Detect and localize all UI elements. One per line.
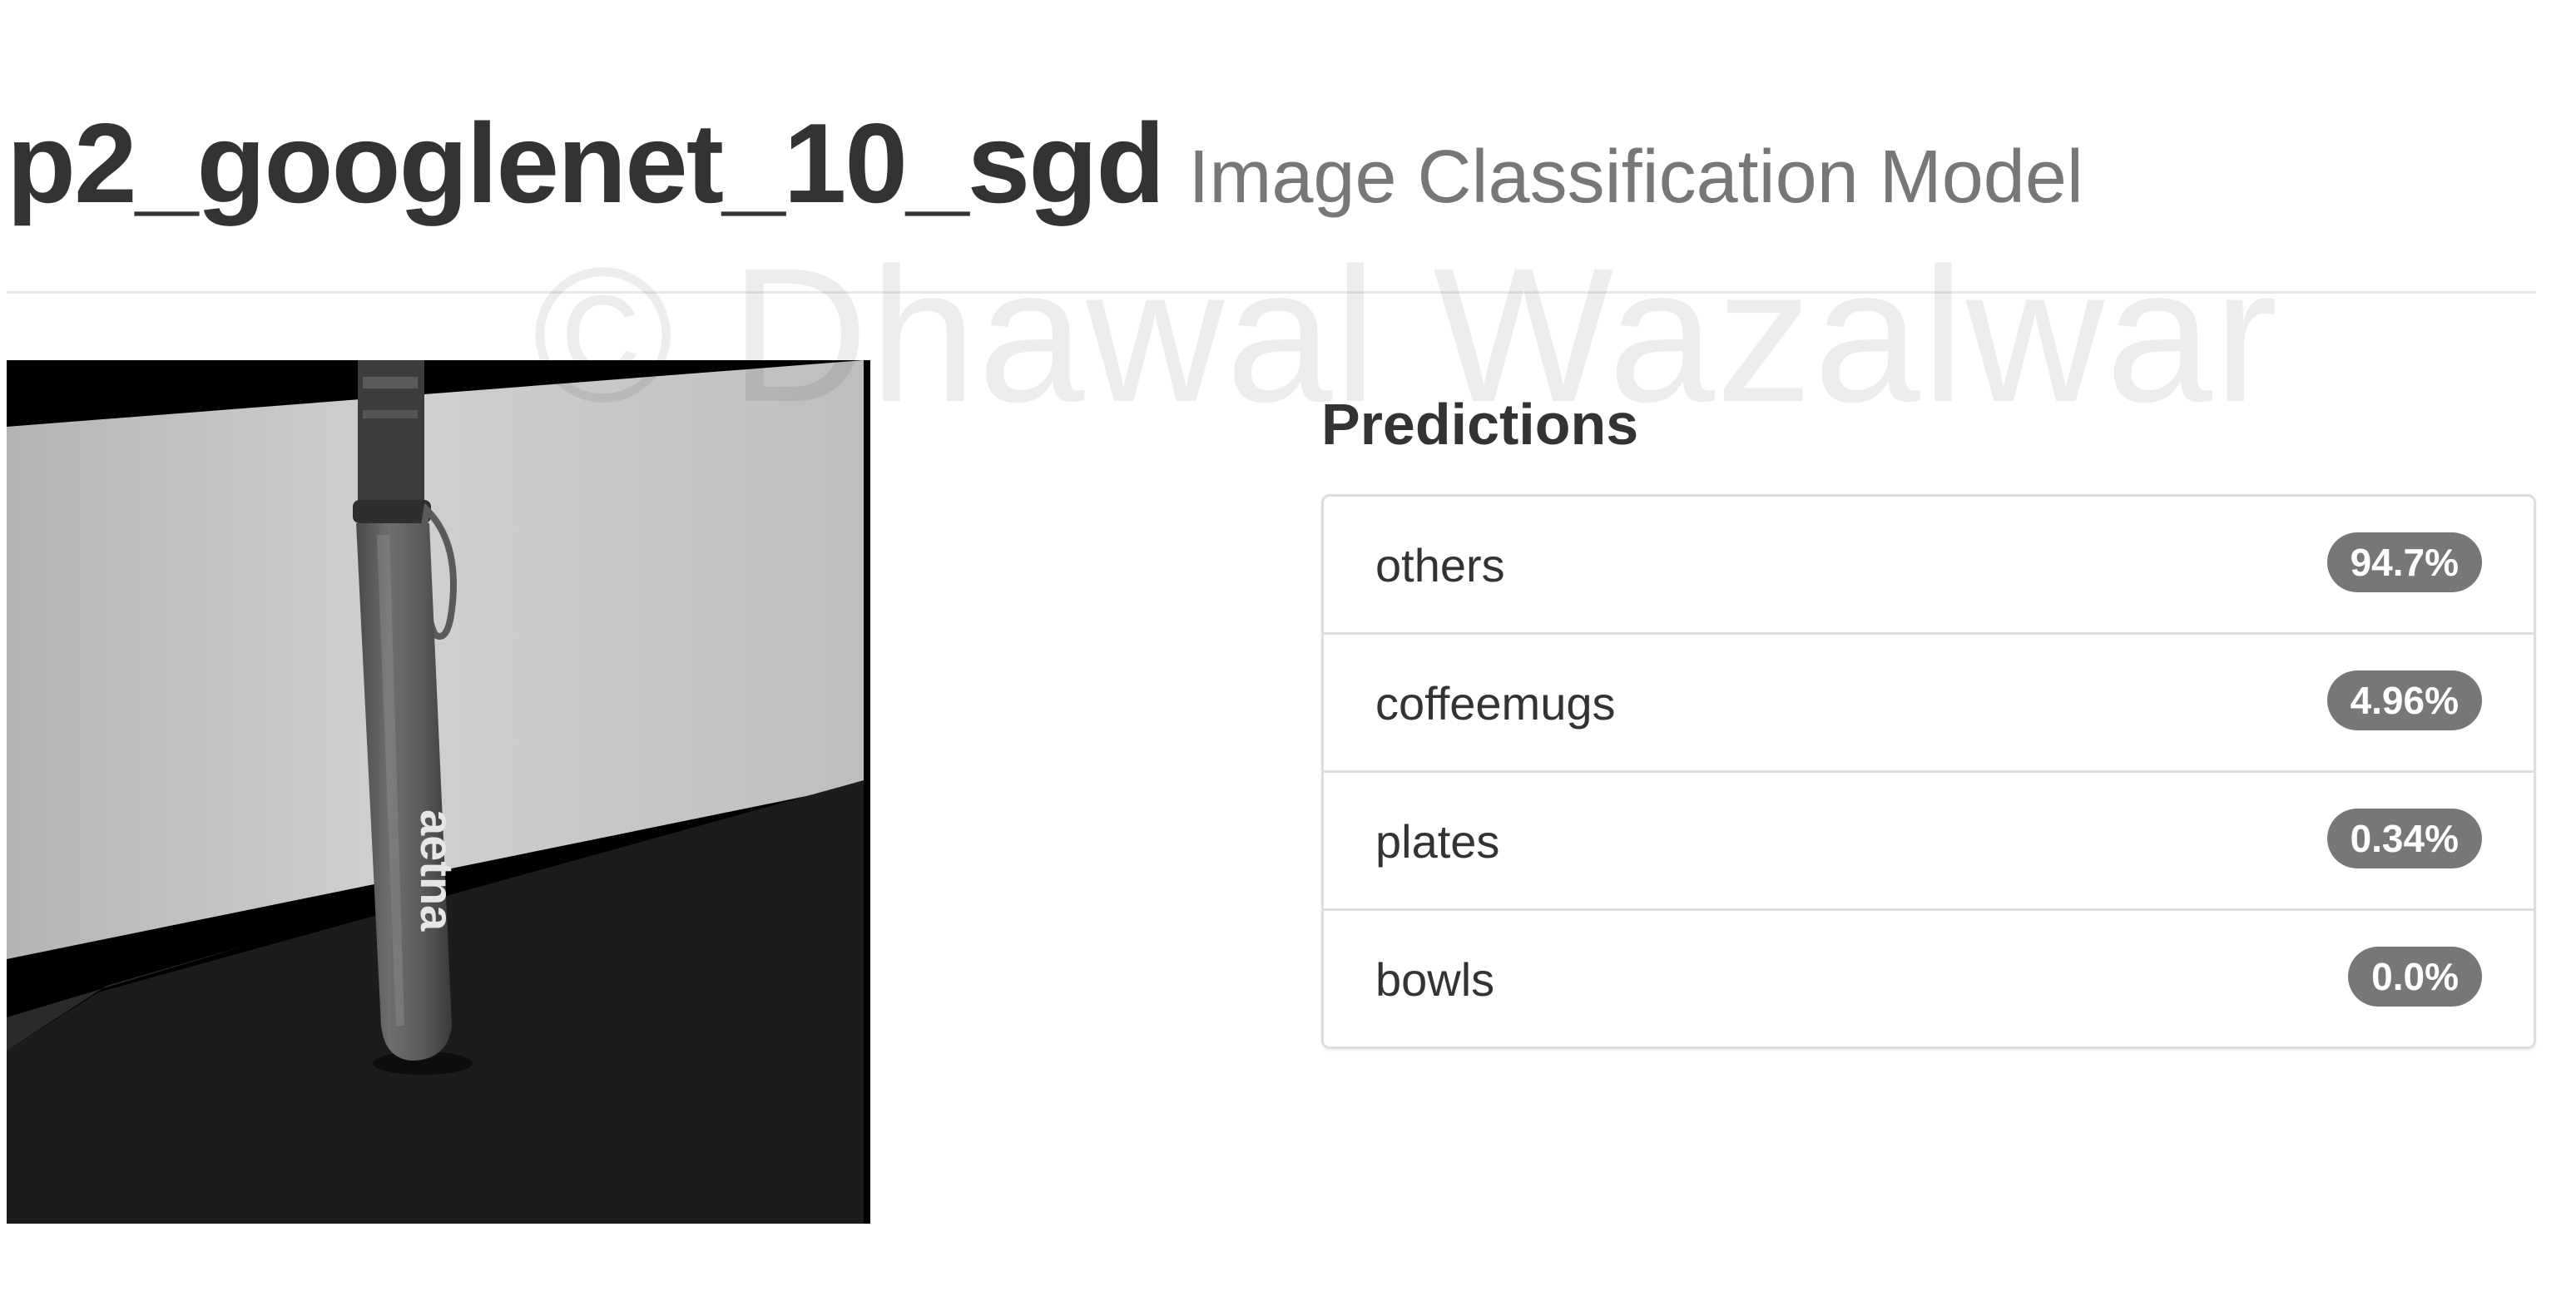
prediction-percent-badge: 0.0% — [2348, 947, 2482, 1007]
prediction-label: plates — [1375, 815, 1500, 868]
bottle-brand-text: aetna — [411, 809, 463, 932]
prediction-item-others: others 94.7% — [1324, 497, 2534, 635]
prediction-label: others — [1375, 539, 1505, 591]
model-subtitle: Image Classification Model — [1188, 136, 2083, 219]
prediction-item-plates: plates 0.34% — [1324, 773, 2534, 911]
prediction-item-coffeemugs: coffeemugs 4.96% — [1324, 635, 2534, 773]
prediction-label: coffeemugs — [1375, 677, 1616, 730]
model-name-title: p2_googlenet_10_sgd — [7, 100, 1165, 226]
prediction-percent-badge: 4.96% — [2326, 670, 2482, 730]
page-header: p2_googlenet_10_sgd Image Classification … — [7, 98, 2083, 228]
predictions-list: others 94.7% coffeemugs 4.96% plates 0.3… — [1321, 494, 2536, 1049]
prediction-label: bowls — [1375, 953, 1495, 1006]
input-image-graphic: aetna — [7, 360, 870, 1224]
predictions-heading: Predictions — [1321, 392, 1639, 457]
input-image: aetna — [7, 360, 870, 1224]
prediction-item-bowls: bowls 0.0% — [1324, 911, 2534, 1046]
prediction-percent-badge: 0.34% — [2326, 809, 2482, 868]
prediction-percent-badge: 94.7% — [2326, 532, 2482, 592]
page: p2_googlenet_10_sgd Image Classification … — [0, 0, 2576, 1311]
